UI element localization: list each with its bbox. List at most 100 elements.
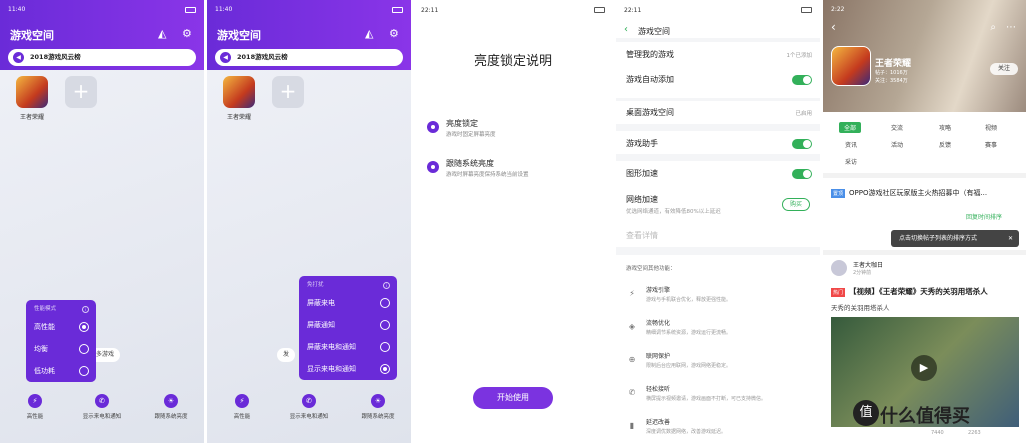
- engine-icon: ⚡: [629, 289, 635, 298]
- back-icon[interactable]: ‹: [624, 24, 628, 35]
- feature-title: 联网保护: [646, 353, 671, 360]
- pinned-post[interactable]: OPPO游戏社区玩家版主火热招募中（有福...: [849, 188, 987, 198]
- gpu-label: 图形加速: [626, 169, 658, 178]
- desktop-space[interactable]: 桌面游戏空间: [626, 107, 674, 118]
- pinned-tag: 置顶: [831, 189, 846, 198]
- add-game-button[interactable]: +: [272, 76, 304, 108]
- post-time: 2分钟前: [853, 270, 872, 276]
- add-game-button[interactable]: +: [65, 76, 97, 108]
- feature-desc: 限制后台应用联网，游戏网络更稳定。: [646, 363, 732, 369]
- sort-toggle[interactable]: 回复时间排序: [966, 212, 1002, 221]
- details-link[interactable]: 查看详情: [626, 230, 658, 241]
- more-icon[interactable]: ⋯: [1006, 22, 1016, 33]
- brightness-lock-icon: [427, 121, 439, 133]
- info-icon[interactable]: i: [383, 282, 390, 289]
- screen-game-space-performance: 11:40 游戏空间 ◭ ⚙ ◀ 2018游戏风云榜 王者荣耀 + 更多游戏 性…: [0, 0, 204, 443]
- ranking-banner[interactable]: ◀ 2018游戏风云榜: [8, 49, 196, 66]
- option-desc: 游戏时固定屏幕亮度: [446, 132, 496, 138]
- phone-icon[interactable]: ✆: [302, 394, 316, 408]
- follow-system-icon: [427, 161, 439, 173]
- ranking-banner[interactable]: ◀ 2018游戏风云榜: [215, 49, 403, 66]
- mode-low[interactable]: 低功耗: [26, 360, 96, 382]
- gear-icon[interactable]: ⚙: [182, 27, 192, 40]
- auto-add-toggle[interactable]: [792, 75, 812, 85]
- game-label: 王者荣耀: [226, 114, 251, 121]
- radio[interactable]: [380, 320, 390, 330]
- banner-text: 2018游戏风云榜: [30, 53, 81, 61]
- dnd-option[interactable]: 屏蔽通知: [299, 314, 397, 336]
- features-header: 游戏空间其他功能：: [626, 266, 676, 272]
- dnd-option[interactable]: 屏蔽来电: [299, 292, 397, 314]
- battery-icon: [185, 7, 196, 13]
- play-icon[interactable]: ▶: [911, 355, 937, 381]
- feature-title: 延迟改善: [646, 419, 671, 426]
- mode-balanced[interactable]: 均衡: [26, 338, 96, 360]
- page-title: 游戏空间: [10, 29, 54, 42]
- buy-button[interactable]: 购买: [782, 198, 810, 211]
- close-icon[interactable]: ✕: [1008, 230, 1013, 247]
- user-icon[interactable]: ◭: [158, 27, 166, 40]
- tab-guide[interactable]: 攻略: [939, 123, 951, 132]
- game-icon-wangzhe: [831, 46, 871, 86]
- bottom-label: 跟随系统亮度: [154, 414, 188, 420]
- username[interactable]: 王者大咖日: [853, 260, 883, 269]
- dnd-option[interactable]: 显示来电和通知: [299, 358, 397, 380]
- avatar[interactable]: [831, 260, 847, 276]
- tab-feedback[interactable]: 反馈: [939, 140, 951, 149]
- radio-selected[interactable]: [79, 322, 89, 332]
- popup-header: 性能模式 i: [26, 303, 96, 316]
- post-title[interactable]: 【视频】《王者荣耀》天秀的关羽用塔杀人: [849, 286, 988, 297]
- radio-selected[interactable]: [380, 364, 390, 374]
- status-time: 22:11: [421, 7, 439, 14]
- tab-all[interactable]: 全部: [839, 122, 862, 133]
- brightness-icon[interactable]: ☀: [371, 394, 385, 408]
- tooltip-text: 点击切换帖子列表的排序方式: [899, 235, 978, 242]
- call-icon: ✆: [628, 388, 636, 397]
- radio[interactable]: [79, 366, 89, 376]
- tab-video[interactable]: 视频: [985, 123, 997, 132]
- info-icon[interactable]: i: [82, 306, 89, 313]
- net-desc: 优选网络通道，有效降低80%以上延迟: [626, 209, 721, 215]
- tab-news[interactable]: 资讯: [845, 140, 857, 149]
- back-icon[interactable]: ‹: [831, 20, 836, 34]
- gpu-toggle[interactable]: [792, 169, 812, 179]
- follow-button[interactable]: 关注: [990, 63, 1018, 75]
- radio[interactable]: [380, 298, 390, 308]
- tab-chat[interactable]: 交流: [891, 123, 903, 132]
- game-icon-wangzhe[interactable]: [16, 76, 48, 108]
- bottom-label: 显示来电和通知: [82, 414, 122, 420]
- more-games-button[interactable]: 发: [277, 348, 296, 362]
- tab-interviews[interactable]: 采访: [845, 157, 857, 166]
- performance-icon[interactable]: ⚡: [235, 394, 249, 408]
- manage-games[interactable]: 管理我的游戏: [626, 49, 674, 60]
- radio[interactable]: [380, 342, 390, 352]
- watermark-text: 什么值得买: [880, 406, 970, 427]
- tab-matches[interactable]: 赛事: [985, 140, 997, 149]
- features-panel: [616, 255, 820, 443]
- divider: [823, 250, 1026, 255]
- screen-brightness-lock: 22:11 亮度锁定说明 亮度锁定 游戏时固定屏幕亮度 跟随系统亮度 游戏时屏幕…: [413, 0, 613, 443]
- gear-icon[interactable]: ⚙: [389, 27, 399, 40]
- battery-icon: [392, 7, 403, 13]
- mode-high[interactable]: 高性能: [26, 316, 96, 338]
- screen-settings: 22:11 ‹ 游戏空间 管理我的游戏 1个已添加 游戏自动添加 桌面游戏空间 …: [616, 0, 820, 443]
- phone-icon[interactable]: ✆: [95, 394, 109, 408]
- start-button[interactable]: 开始使用: [473, 387, 553, 409]
- tab-events[interactable]: 活动: [891, 140, 903, 149]
- radio[interactable]: [79, 344, 89, 354]
- likes-count: 2263: [968, 430, 981, 436]
- game-icon-wangzhe[interactable]: [223, 76, 255, 108]
- mode-label: 低功耗: [34, 367, 55, 375]
- brightness-icon[interactable]: ☀: [164, 394, 178, 408]
- performance-icon[interactable]: ⚡: [28, 394, 42, 408]
- assistant-label: 游戏助手: [626, 139, 658, 148]
- background: [207, 70, 411, 443]
- user-icon[interactable]: ◭: [365, 27, 373, 40]
- page-title: 游戏空间: [638, 27, 670, 36]
- assistant-toggle[interactable]: [792, 139, 812, 149]
- search-icon[interactable]: ⌕: [990, 22, 996, 33]
- manage-value: 1个已添加: [786, 53, 813, 59]
- network-icon: ⊕: [628, 355, 636, 364]
- dnd-option[interactable]: 屏蔽来电和通知: [299, 336, 397, 358]
- views-count: 7440: [931, 430, 944, 436]
